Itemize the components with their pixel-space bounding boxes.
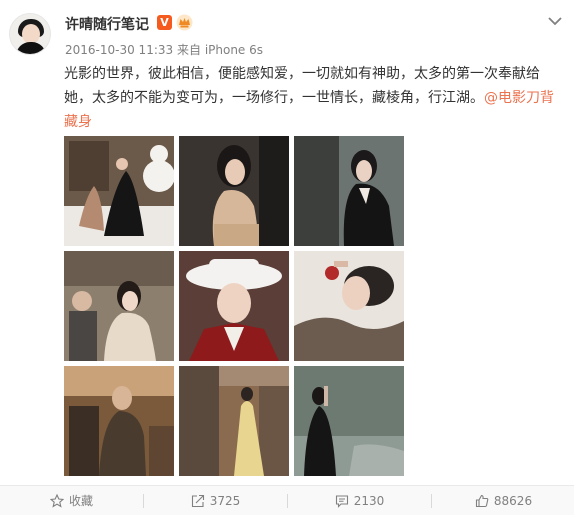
comment-button[interactable]: 2130 [288, 486, 431, 515]
post-meta: 2016-10-30 11:33 来自 iPhone 6s [65, 41, 263, 58]
post-text: 光影的世界，彼此相信，便能感知爱，一切就如有神助，太多的第一次奉献给她，太多的不… [64, 62, 564, 134]
photo-9[interactable] [294, 366, 404, 476]
comment-count: 2130 [353, 493, 385, 508]
photo-7[interactable] [64, 366, 174, 476]
photo-4[interactable] [64, 251, 174, 361]
photo-6[interactable] [294, 251, 404, 361]
verified-icon[interactable]: V [157, 15, 172, 30]
member-crown-icon[interactable] [176, 14, 193, 31]
avatar[interactable] [9, 13, 51, 55]
photo-5[interactable] [179, 251, 289, 361]
favorite-label: 收藏 [68, 494, 93, 508]
post-body: 光影的世界，彼此相信，便能感知爱，一切就如有神助，太多的第一次奉献给她，太多的不… [64, 66, 540, 106]
photo-3[interactable] [294, 136, 404, 246]
comment-icon [335, 494, 348, 508]
weibo-post-card: 许晴随行笔记 V 2016-10-30 11:33 来自 iPhone 6s 光… [0, 0, 574, 515]
device-source: iPhone 6s [204, 43, 264, 57]
photo-1[interactable] [64, 136, 174, 246]
thumbs-up-icon [475, 494, 489, 507]
photo-2[interactable] [179, 136, 289, 246]
share-icon [191, 494, 204, 507]
author-name[interactable]: 许晴随行笔记 [65, 14, 149, 34]
like-count: 88626 [493, 493, 533, 508]
photo-8[interactable] [179, 366, 289, 476]
chevron-down-icon[interactable] [546, 12, 564, 30]
via-label: 来自 [176, 43, 201, 57]
repost-count: 3725 [209, 493, 241, 508]
star-icon [49, 493, 64, 508]
action-bar: 收藏 3725 2130 88626 [0, 485, 574, 515]
repost-button[interactable]: 3725 [144, 486, 287, 515]
photo-grid [64, 136, 404, 476]
post-timestamp[interactable]: 2016-10-30 11:33 [65, 43, 173, 57]
like-button[interactable]: 88626 [432, 486, 574, 515]
favorite-button[interactable]: 收藏 [0, 486, 143, 515]
